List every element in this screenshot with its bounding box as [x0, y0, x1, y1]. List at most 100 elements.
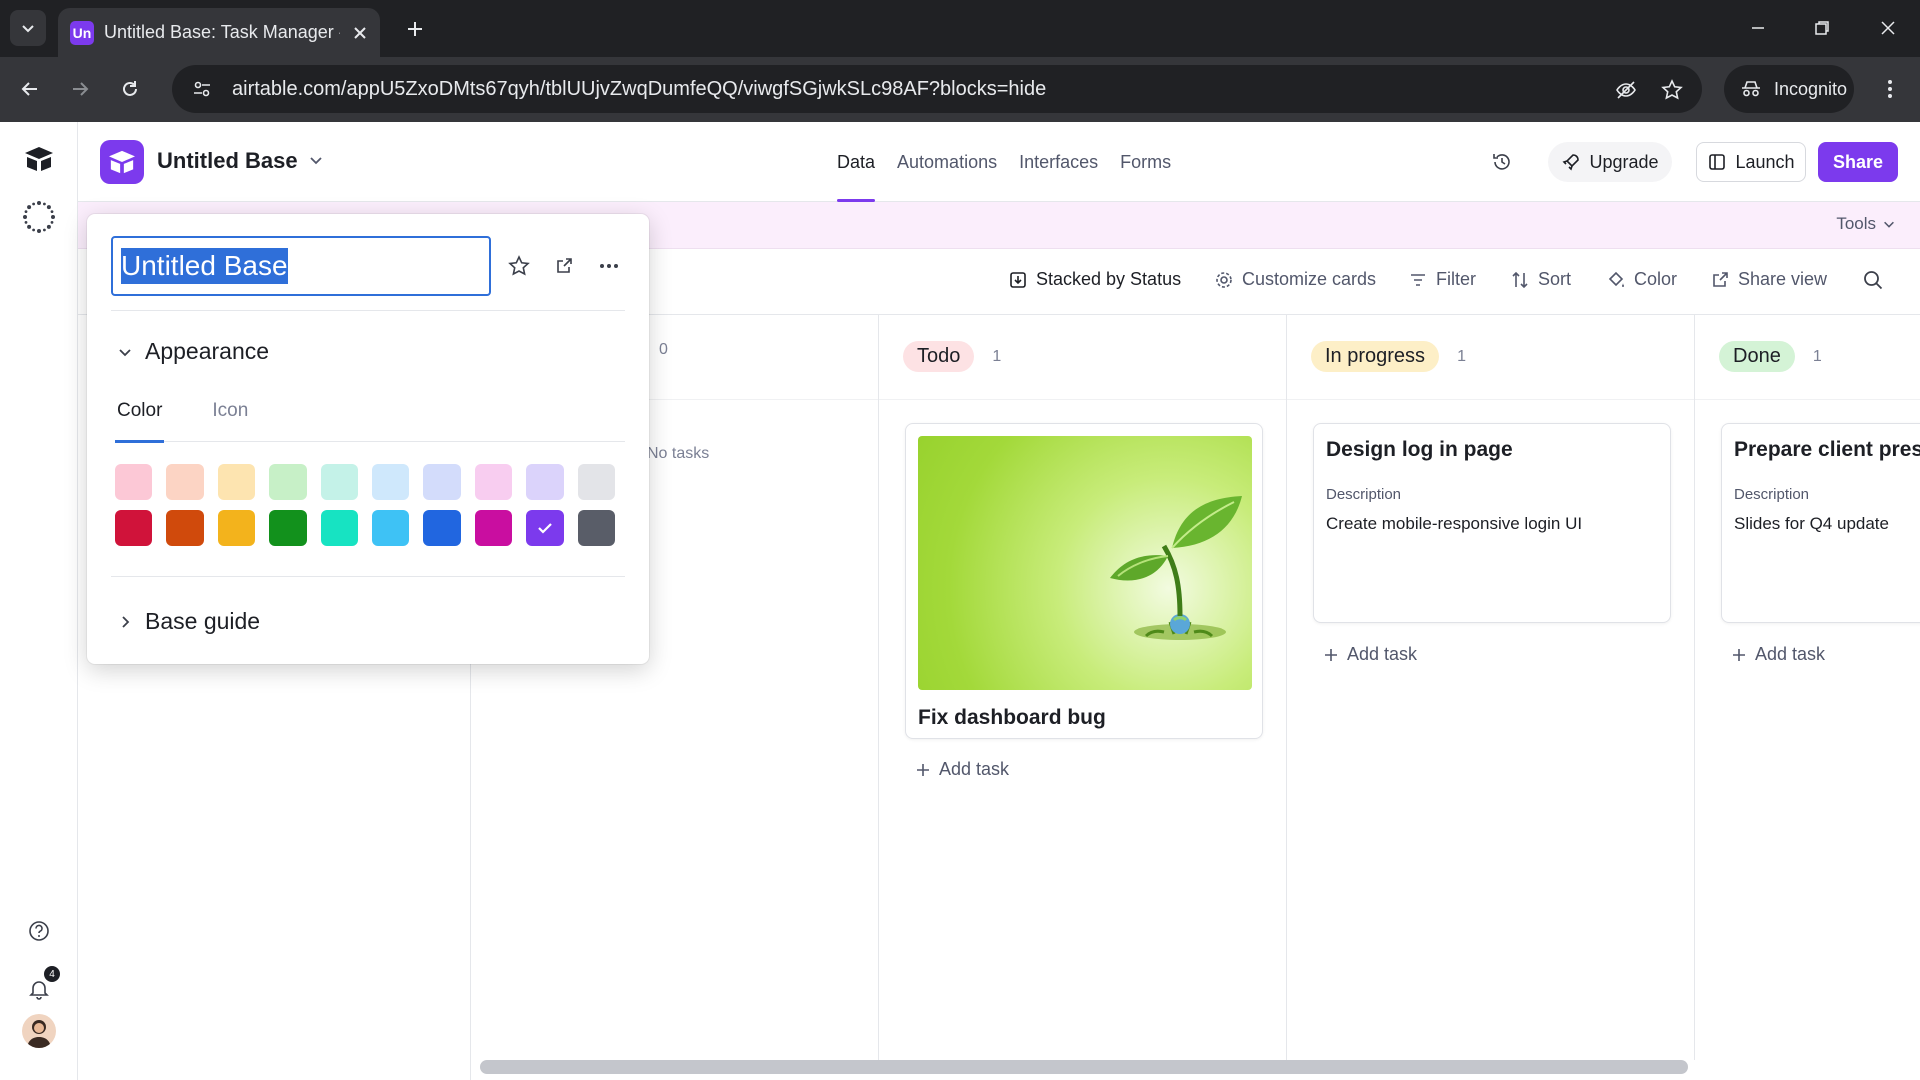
back-button[interactable]	[12, 71, 48, 107]
close-window-button[interactable]	[1866, 10, 1910, 46]
base-guide-label: Base guide	[145, 608, 261, 634]
task-card[interactable]: Design log in page Description Create mo…	[1313, 423, 1671, 623]
filter-icon	[1411, 273, 1425, 286]
swatch-green[interactable]	[269, 510, 307, 546]
plus-icon	[917, 763, 929, 776]
incognito-label: Incognito	[1774, 78, 1848, 99]
launch-button[interactable]: Launch	[1696, 142, 1806, 182]
horizontal-scrollbar[interactable]	[480, 1060, 1688, 1074]
base-name[interactable]: Untitled Base	[157, 148, 298, 174]
base-more-button[interactable]	[595, 252, 623, 280]
filter-button[interactable]: Filter	[1408, 269, 1476, 290]
add-task-button[interactable]: Add task	[1323, 644, 1417, 665]
color-button[interactable]: Color	[1606, 269, 1677, 290]
tab-search-button[interactable]	[10, 10, 46, 46]
base-guide-toggle[interactable]: Base guide	[117, 608, 260, 635]
swatch-light-blue[interactable]	[423, 464, 461, 500]
swatch-cyan[interactable]	[372, 510, 410, 546]
history-button[interactable]	[1486, 146, 1518, 178]
forward-button[interactable]	[62, 71, 98, 107]
search-button[interactable]	[1862, 269, 1884, 291]
chevron-down-icon	[119, 348, 131, 356]
browser-menu-button[interactable]	[1872, 71, 1908, 107]
card-field-label: Description	[1734, 486, 1810, 503]
bookmark-star-icon[interactable]	[1658, 76, 1686, 104]
swatch-yellow[interactable]	[217, 510, 256, 546]
reload-icon	[123, 81, 137, 96]
tab-automations[interactable]: Automations	[886, 122, 1008, 202]
swatch-light-green[interactable]	[269, 464, 307, 500]
minimize-button[interactable]	[1736, 10, 1780, 46]
site-info-button[interactable]	[182, 79, 222, 99]
color-label: Color	[1634, 269, 1678, 289]
status-pill-todo: Todo	[903, 341, 975, 372]
tools-button[interactable]: Tools	[1836, 214, 1896, 234]
swatch-light-yellow[interactable]	[217, 464, 256, 500]
add-task-button[interactable]: Add task	[1731, 644, 1825, 665]
column-header: In progress 1	[1311, 341, 1466, 372]
upgrade-button[interactable]: Upgrade	[1548, 142, 1672, 182]
bell-icon	[29, 981, 49, 1000]
column-count: 1	[992, 347, 1002, 365]
base-menu-chevron[interactable]	[308, 152, 324, 168]
popover-divider	[111, 576, 625, 577]
eye-off-icon[interactable]	[1612, 76, 1640, 104]
card-field-value: Create mobile-responsive login UI	[1326, 514, 1583, 533]
add-task-label: Add task	[1347, 644, 1418, 664]
browser-toolbar: airtable.com/appU5ZxoDMts67qyh/tblUUjvZw…	[0, 57, 1920, 122]
omni-button[interactable]	[20, 198, 58, 236]
tab-color[interactable]: Color	[115, 400, 165, 443]
close-icon	[354, 26, 366, 39]
help-button[interactable]	[20, 912, 58, 950]
star-base-button[interactable]	[505, 252, 533, 280]
add-task-button[interactable]: Add task	[915, 759, 1009, 780]
swatch-orange[interactable]	[166, 510, 204, 546]
base-logo[interactable]	[100, 140, 144, 184]
board-column-in-progress: In progress 1 Design log in page Descrip…	[1287, 315, 1695, 1060]
task-card[interactable]: Prepare client pres Description Slides f…	[1721, 423, 1920, 623]
swatch-teal[interactable]	[320, 510, 359, 546]
swatch-light-cyan[interactable]	[372, 464, 410, 500]
swatch-purple-selected[interactable]	[526, 510, 564, 546]
column-header: 0	[659, 341, 668, 359]
swatch-light-teal[interactable]	[320, 464, 359, 500]
airtable-favicon: Un	[70, 20, 94, 45]
task-card[interactable]: Fix dashboard bug	[905, 423, 1263, 739]
address-bar[interactable]: airtable.com/appU5ZxoDMts67qyh/tblUUjvZw…	[172, 65, 1702, 113]
swatch-light-peach[interactable]	[166, 464, 204, 500]
tab-forms[interactable]: Forms	[1109, 122, 1182, 202]
card-title: Prepare client pres	[1734, 438, 1920, 461]
tab-close-button[interactable]	[352, 25, 368, 41]
omni-sparkle-icon	[23, 201, 55, 233]
swatch-light-pink[interactable]	[115, 464, 153, 500]
airtable-home-button[interactable]	[20, 140, 58, 178]
open-base-button[interactable]	[550, 252, 578, 280]
incognito-icon	[1742, 81, 1760, 97]
stacked-by-button[interactable]: Stacked by Status	[1008, 269, 1181, 290]
tab-interfaces[interactable]: Interfaces	[1008, 122, 1109, 202]
notifications-button[interactable]: 4	[20, 966, 60, 1008]
reload-button[interactable]	[112, 71, 148, 107]
share-button[interactable]: Share	[1818, 142, 1898, 182]
base-name-input[interactable]: Untitled Base	[111, 236, 491, 296]
swatch-light-magenta[interactable]	[474, 464, 513, 500]
browser-tab[interactable]: Un Untitled Base: Task Manager - A	[58, 8, 380, 57]
customize-cards-button[interactable]: Customize cards	[1214, 269, 1376, 290]
new-tab-button[interactable]	[398, 12, 432, 46]
user-avatar[interactable]	[22, 1014, 56, 1048]
swatch-red[interactable]	[115, 510, 153, 546]
swatch-light-gray[interactable]	[577, 464, 616, 500]
swatch-blue[interactable]	[423, 510, 461, 546]
incognito-indicator[interactable]: Incognito	[1724, 65, 1854, 113]
sort-button[interactable]: Sort	[1510, 269, 1571, 290]
swatch-gray[interactable]	[577, 510, 616, 546]
column-divider	[1695, 399, 1920, 400]
restore-button[interactable]	[1800, 10, 1844, 46]
share-view-button[interactable]: Share view	[1710, 269, 1827, 290]
swatch-magenta[interactable]	[474, 510, 513, 546]
empty-column-text: No tasks	[647, 445, 710, 462]
tab-data[interactable]: Data	[826, 122, 886, 202]
appearance-toggle[interactable]: Appearance	[117, 338, 269, 365]
swatch-light-purple[interactable]	[526, 464, 564, 500]
tab-icon[interactable]: Icon	[210, 400, 250, 442]
